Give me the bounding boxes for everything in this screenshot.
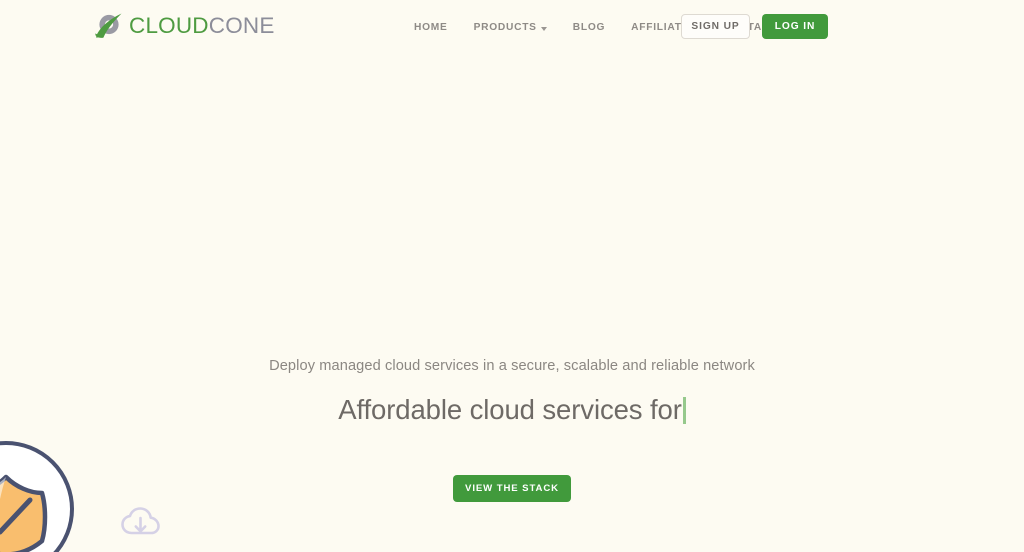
cloudcone-swoosh-logo-icon xyxy=(92,11,126,41)
chevron-down-icon xyxy=(541,27,547,31)
site-header: CLOUDCONE HOME PRODUCTS BLOG AFFILIATES … xyxy=(0,0,1024,55)
brand-word-cone: CONE xyxy=(209,13,275,38)
view-the-stack-button[interactable]: VIEW THE STACK xyxy=(453,475,571,502)
nav-item-blog-label: BLOG xyxy=(573,22,605,33)
hero-title-text: Affordable cloud services for xyxy=(338,394,682,425)
header-action-buttons: SIGN UP LOG IN xyxy=(681,14,828,39)
nav-item-blog[interactable]: BLOG xyxy=(560,19,618,36)
log-in-button[interactable]: LOG IN xyxy=(762,14,828,39)
page-title: Affordable cloud services for xyxy=(0,394,1024,426)
nav-item-home[interactable]: HOME xyxy=(412,19,461,36)
nav-item-home-label: HOME xyxy=(414,22,448,33)
hero-subtitle: Deploy managed cloud services in a secur… xyxy=(0,358,1024,374)
brand-wordmark: CLOUDCONE xyxy=(129,15,275,38)
cloud-download-icon xyxy=(121,507,160,538)
nav-item-products-label: PRODUCTS xyxy=(474,22,537,33)
brand-logo-link[interactable]: CLOUDCONE xyxy=(92,11,275,41)
typing-cursor xyxy=(683,397,686,424)
sign-up-button[interactable]: SIGN UP xyxy=(681,14,750,39)
hero-cta-container: VIEW THE STACK xyxy=(0,475,1024,502)
nav-item-products[interactable]: PRODUCTS xyxy=(461,19,560,36)
brand-word-cloud: CLOUD xyxy=(129,13,209,38)
hero-section: Deploy managed cloud services in a secur… xyxy=(0,0,1024,552)
